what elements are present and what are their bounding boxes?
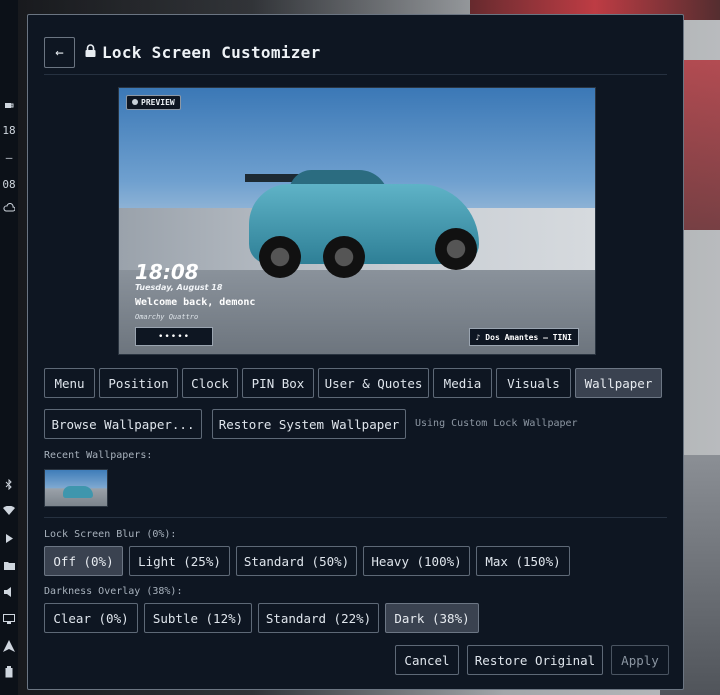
- preview-date: Tuesday, August 18: [135, 283, 223, 292]
- header-divider: [44, 74, 667, 75]
- volume-icon[interactable]: [0, 587, 18, 600]
- restore-system-wallpaper-button[interactable]: Restore System Wallpaper: [212, 409, 406, 439]
- back-button[interactable]: ←: [44, 37, 75, 68]
- preview-badge: PREVIEW: [126, 95, 181, 110]
- preview-clock: 18:08: [135, 260, 199, 284]
- tab-menu[interactable]: Menu: [44, 368, 95, 398]
- preview-car-wheel: [435, 228, 477, 270]
- preview-quote: Omarchy Quattro: [135, 313, 199, 321]
- preview-car-wheel: [259, 236, 301, 278]
- browse-wallpaper-button[interactable]: Browse Wallpaper...: [44, 409, 202, 439]
- background-detail: [680, 60, 720, 230]
- system-bar: 18 — 08: [0, 0, 18, 695]
- clock-minute: 08: [2, 178, 16, 191]
- preview-welcome-text: Welcome back, demonc: [135, 297, 256, 308]
- lock-icon: [85, 44, 96, 61]
- arch-logo-icon[interactable]: [0, 640, 18, 655]
- recent-wallpaper-thumbnail[interactable]: [44, 469, 108, 507]
- wallpaper-status: Using Custom Lock Wallpaper: [415, 418, 578, 429]
- monitor-icon[interactable]: [0, 614, 18, 627]
- lock-screen-customizer-dialog: ← Lock Screen Customizer PREVIEW 18:08 T…: [27, 14, 684, 690]
- tab-clock[interactable]: Clock: [182, 368, 238, 398]
- tab-position[interactable]: Position: [99, 368, 178, 398]
- blur-option-max[interactable]: Max (150%): [476, 546, 570, 576]
- recent-wallpapers-label: Recent Wallpapers:: [44, 450, 153, 461]
- blur-option-heavy[interactable]: Heavy (100%): [363, 546, 470, 576]
- blur-option-standard[interactable]: Standard (50%): [236, 546, 357, 576]
- preview-media-widget: ♪ Dos Amantes — TINI: [468, 328, 579, 346]
- dialog-header: ← Lock Screen Customizer: [44, 29, 667, 76]
- back-arrow-icon: ←: [55, 44, 64, 61]
- preview-pin-box: •••••: [135, 327, 213, 346]
- restore-original-button[interactable]: Restore Original: [467, 645, 603, 675]
- darkness-label: Darkness Overlay (38%):: [44, 586, 183, 597]
- play-icon[interactable]: [0, 533, 18, 546]
- tab-media[interactable]: Media: [433, 368, 492, 398]
- wifi-icon[interactable]: [0, 505, 18, 519]
- tab-wallpaper[interactable]: Wallpaper: [575, 368, 662, 398]
- darkness-option-standard[interactable]: Standard (22%): [258, 603, 379, 633]
- coffee-icon[interactable]: [0, 100, 18, 113]
- tab-pin-box[interactable]: PIN Box: [242, 368, 314, 398]
- blur-option-light[interactable]: Light (25%): [129, 546, 230, 576]
- folder-icon[interactable]: [0, 560, 18, 573]
- cloud-icon[interactable]: [0, 202, 18, 215]
- section-divider: [44, 517, 667, 518]
- dialog-title: Lock Screen Customizer: [102, 43, 321, 62]
- bluetooth-icon[interactable]: [0, 478, 18, 493]
- darkness-option-dark[interactable]: Dark (38%): [385, 603, 479, 633]
- clock-hour: 18: [2, 124, 16, 137]
- darkness-option-clear[interactable]: Clear (0%): [44, 603, 138, 633]
- record-dot-icon: [132, 99, 138, 105]
- preview-car-wheel: [323, 236, 365, 278]
- cancel-button[interactable]: Cancel: [395, 645, 459, 675]
- clock-separator: —: [5, 151, 13, 164]
- tab-user-quotes[interactable]: User & Quotes: [318, 368, 429, 398]
- blur-label: Lock Screen Blur (0%):: [44, 529, 177, 540]
- tab-visuals[interactable]: Visuals: [496, 368, 571, 398]
- darkness-option-subtle[interactable]: Subtle (12%): [144, 603, 252, 633]
- lock-screen-preview: PREVIEW 18:08 Tuesday, August 18 Welcome…: [118, 87, 596, 355]
- battery-icon[interactable]: [0, 666, 18, 681]
- apply-button[interactable]: Apply: [611, 645, 669, 675]
- blur-option-off[interactable]: Off (0%): [44, 546, 123, 576]
